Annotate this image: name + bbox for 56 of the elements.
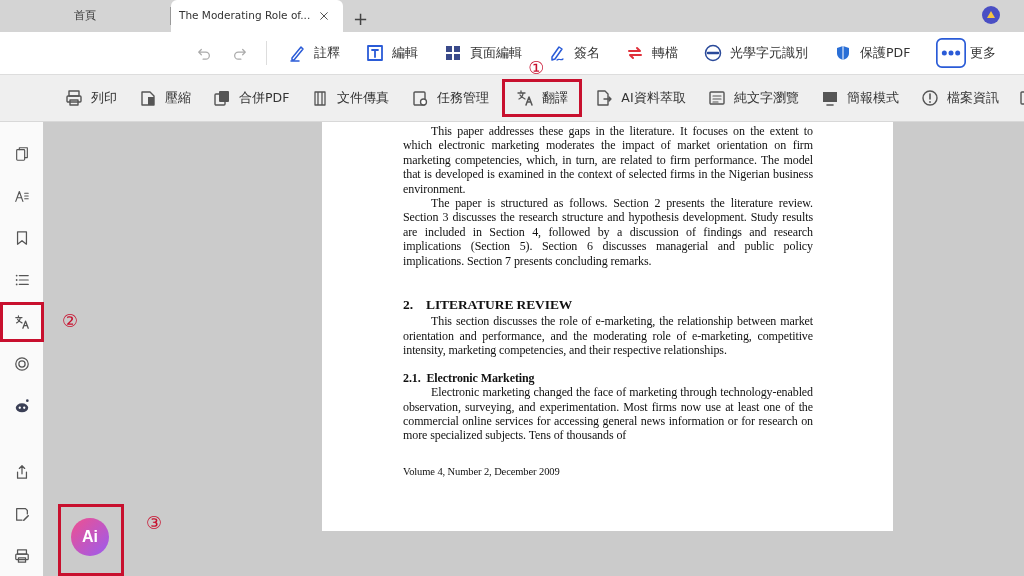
section-heading: 2. LITERATURE REVIEW <box>403 298 574 313</box>
toolbar-button[interactable]: 純文字瀏覽 <box>698 79 808 117</box>
paragraph: This paper addresses these gaps in the literature. It focuses on the extent to which electronic marketing moderates the impact of market orientation on firm marketing competencies, which, in turn, are related to firm performance. The model that is developed is examined in the context of selected firms in the Nigerian business environment. <box>403 124 813 197</box>
printer-icon <box>65 89 83 107</box>
toolbar-button[interactable]: 列印 <box>56 79 126 117</box>
translate-icon <box>14 314 30 330</box>
robot-icon <box>14 398 30 414</box>
toolbar-button[interactable]: 光學字元識別 <box>695 34 817 72</box>
list-icon <box>14 272 30 288</box>
merge-pages-icon <box>213 89 231 107</box>
toolbar-button[interactable]: 文件傳真 <box>302 79 399 117</box>
file-export-icon <box>595 89 614 107</box>
toolbar-button[interactable]: 合併PDF <box>204 79 299 117</box>
grid-icon <box>444 44 462 62</box>
text-box-icon <box>366 44 384 62</box>
info-icon <box>920 89 939 107</box>
pen-icon <box>288 44 306 62</box>
pages-icon <box>14 146 30 162</box>
save-edit-icon <box>14 506 30 522</box>
printer-icon <box>14 548 30 564</box>
toolbar-button[interactable]: 更多 <box>927 34 1006 72</box>
avatar-icon[interactable] <box>982 6 1000 24</box>
clipboard-clock-icon <box>411 89 430 107</box>
toolbar-button[interactable]: 壓縮 <box>130 79 200 117</box>
tab[interactable]: 首頁 <box>0 0 170 32</box>
bookmark-icon <box>14 230 30 246</box>
callout-number: ② <box>62 312 79 330</box>
monitor-icon <box>820 89 839 107</box>
shield-icon <box>834 44 852 62</box>
paragraph: The paper is structured as follows. Section 2 presents the literature review. Section 3 discusses the research structure and hypothesis development. Study results are included in Section 4, followed by a discussion of findings and research implications (Section 5). Section 6 discusses managerial and public policy implications. Section 7 presents concluding remarks. <box>403 196 813 269</box>
translate-icon <box>516 89 535 107</box>
paragraph: This section discusses the role of e-marketing, the relationship between market orientation and performance, and the moderating role of e-marketing, competitive intensity, marketing competencies, and their respective relationships. <box>403 314 813 358</box>
convert-arrows-icon <box>626 44 644 62</box>
text-lines-icon <box>707 89 726 107</box>
page-footer: Volume 4, Number 2, December 2009 <box>403 464 813 480</box>
text-format-icon <box>14 188 30 204</box>
sidebar-button[interactable] <box>0 302 44 342</box>
paragraph: Electronic marketing changed the face of marketing through technology-enabled observation, surveying, and experimentation. Most firms now use at least one of the commercial online services for accessing general news information or for research on more specialized subjects. Tens of thousands of <box>403 385 813 443</box>
toolbar-button[interactable]: 編輯 <box>357 34 427 72</box>
new-tab-button[interactable]: + <box>347 10 375 28</box>
toolbar-button[interactable]: AI資料萃取 <box>586 79 695 117</box>
share-icon <box>14 464 30 480</box>
callout-number: ③ <box>146 514 163 532</box>
toolbar-button[interactable]: 註釋 <box>279 34 349 72</box>
toolbar-button[interactable]: 保護PDF <box>825 34 920 72</box>
subsection-heading: 2.1. Electronic Marketing <box>403 370 536 386</box>
more-icon <box>936 38 967 68</box>
toolbar-button[interactable]: 轉檔 <box>617 34 687 72</box>
toolbar-button[interactable]: 翻譯 <box>502 79 583 117</box>
tab[interactable]: The Moderating Role of... <box>171 0 343 32</box>
callout-number: ① <box>528 59 545 77</box>
toolbar-button[interactable]: 檔案資訊 <box>911 79 1008 117</box>
ai-assistant-button[interactable]: Ai <box>71 518 109 556</box>
toolbar-button[interactable]: 簡報模式 <box>811 79 908 117</box>
signature-icon <box>548 44 566 62</box>
toolbar-button[interactable]: 任務管理 <box>402 79 499 117</box>
